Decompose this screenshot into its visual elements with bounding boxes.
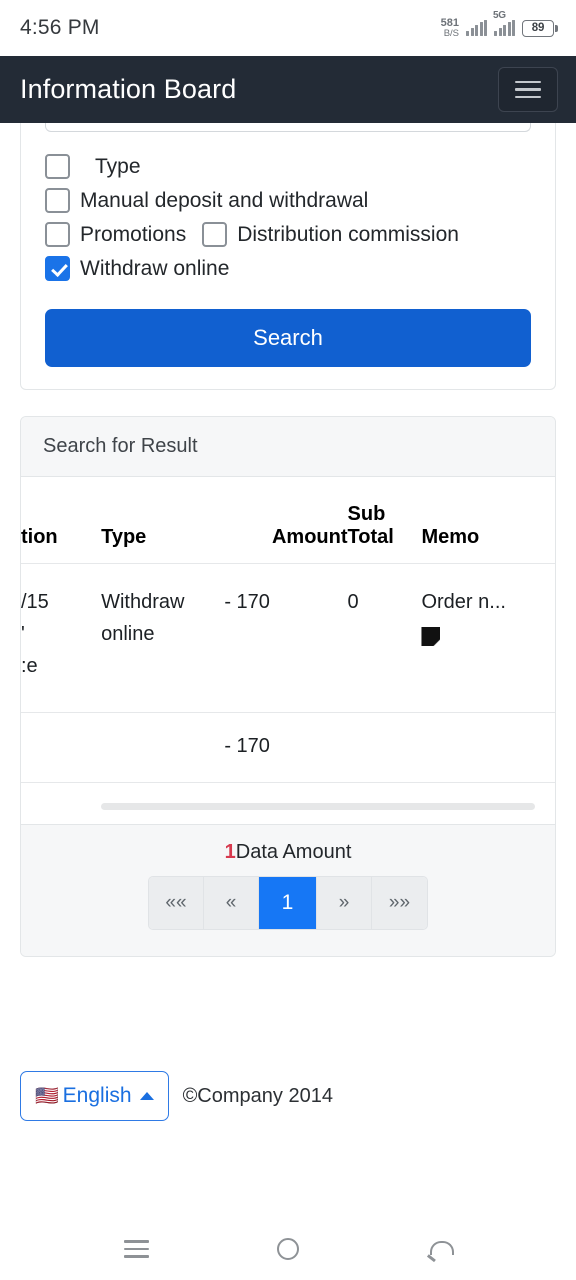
checkbox-type[interactable] (45, 154, 70, 179)
cell-type: Withdraw online (101, 563, 225, 713)
checkbox-promotions[interactable] (45, 222, 70, 247)
clipped-input-field[interactable] (45, 123, 531, 132)
checkbox-row-type: Type (45, 154, 531, 179)
checkbox-label-manual-deposit[interactable]: Manual deposit and withdrawal (80, 189, 368, 213)
date-line-2: ' (21, 623, 25, 645)
column-header-date: tion (21, 477, 102, 564)
data-amount-value: 1 (224, 841, 236, 863)
column-header-type: Type (101, 477, 225, 564)
checkbox-label-distribution-commission[interactable]: Distribution commission (237, 223, 459, 247)
footer-spacer-date (21, 712, 102, 783)
copyright-text: ©Company 2014 (182, 1084, 333, 1107)
status-bar: 4:56 PM 581 B/S 5G 89 (0, 0, 576, 56)
checkbox-manual-deposit[interactable] (45, 188, 70, 213)
app-header: Information Board (0, 56, 576, 123)
checkbox-row-promotions: Promotions Distribution commission (45, 222, 531, 247)
network-speed-unit: B/S (443, 27, 459, 39)
checkbox-label-type[interactable]: Type (95, 155, 141, 179)
table-footer-row: - 170 (21, 712, 555, 783)
page-content: Type Manual deposit and withdrawal Promo… (0, 123, 576, 1218)
next-page-button[interactable]: » (317, 877, 372, 929)
checkbox-group: Type Manual deposit and withdrawal Promo… (21, 132, 555, 281)
footer-spacer-memo (421, 712, 555, 783)
cell-amount: - 170 (224, 563, 348, 713)
signal-5g-icon: 5G (493, 10, 515, 36)
checkbox-label-promotions[interactable]: Promotions (80, 223, 186, 247)
language-label: English (62, 1084, 132, 1107)
checkbox-label-withdraw-online[interactable]: Withdraw online (80, 257, 229, 281)
signal-bars-icon (466, 20, 487, 36)
chevron-up-icon (139, 1092, 154, 1100)
app-root: 4:56 PM 581 B/S 5G 89 Information Board (0, 0, 576, 1280)
site-footer: 🇺🇸 English ©Company 2014 (0, 1053, 576, 1139)
cell-memo: Order n... (421, 563, 555, 713)
result-card-title: Search for Result (21, 417, 555, 477)
table-row[interactable]: /15 ' :e Withdraw online - 170 0 Order n… (21, 563, 555, 713)
page-1-button[interactable]: 1 (259, 877, 317, 929)
column-header-memo: Memo (421, 477, 555, 564)
table-footer: - 170 (21, 712, 555, 783)
status-time: 4:56 PM (20, 16, 100, 39)
battery-icon: 89 (522, 19, 558, 37)
cell-sub-total: 0 (347, 563, 422, 713)
checkbox-row-withdraw-online: Withdraw online (45, 256, 531, 281)
android-nav-bar (0, 1218, 576, 1280)
data-amount-label: 1Data Amount (21, 841, 555, 864)
home-icon[interactable] (277, 1238, 300, 1260)
cell-date: /15 ' :e (21, 563, 102, 713)
network-speed-indicator: 581 B/S (441, 17, 459, 39)
column-header-sub-total: Sub Total (347, 477, 422, 564)
search-result-card: Search for Result tion Type Amount Sub T… (20, 416, 556, 957)
checkbox-row-manual-deposit: Manual deposit and withdrawal (45, 188, 531, 213)
pagination: 1Data Amount «« « 1 » »» (21, 824, 555, 956)
search-button[interactable]: Search (45, 309, 531, 367)
date-line-1: /15 (21, 591, 49, 613)
table-header: tion Type Amount Sub Total Memo (21, 477, 555, 564)
status-indicators: 581 B/S 5G 89 (441, 10, 558, 39)
prev-page-button[interactable]: « (204, 877, 259, 929)
footer-total-amount: - 170 (224, 712, 348, 783)
network-type-label: 5G (493, 10, 506, 21)
note-icon[interactable] (421, 627, 441, 646)
battery-level: 89 (531, 22, 545, 34)
pagination-buttons: «« « 1 » »» (148, 876, 428, 930)
checkbox-withdraw-online[interactable] (45, 256, 70, 281)
hamburger-icon[interactable] (498, 67, 558, 112)
recent-apps-icon[interactable] (124, 1240, 150, 1258)
column-header-amount: Amount (224, 477, 348, 564)
back-icon[interactable] (428, 1239, 454, 1259)
table-body: /15 ' :e Withdraw online - 170 0 Order n… (21, 563, 555, 713)
horizontal-scrollbar[interactable] (101, 803, 535, 810)
date-line-3: :e (21, 655, 38, 677)
language-selector[interactable]: 🇺🇸 English (20, 1071, 169, 1121)
sub-total-line1: Sub (347, 503, 386, 525)
us-flag-icon: 🇺🇸 (35, 1085, 59, 1107)
result-table: tion Type Amount Sub Total Memo /15 ':e… (21, 477, 555, 783)
footer-spacer-type (101, 712, 225, 783)
sub-total-line2: Total (347, 526, 394, 548)
table-header-row: tion Type Amount Sub Total Memo (21, 477, 555, 564)
data-amount-text: Data Amount (235, 841, 352, 863)
memo-text: Order n... (421, 591, 506, 613)
footer-spacer-sub (347, 712, 422, 783)
result-table-scroll[interactable]: tion Type Amount Sub Total Memo /15 ':e… (21, 477, 555, 810)
search-filter-card: Type Manual deposit and withdrawal Promo… (20, 123, 556, 390)
first-page-button[interactable]: «« (149, 877, 204, 929)
last-page-button[interactable]: »» (372, 877, 427, 929)
page-title: Information Board (20, 74, 237, 104)
checkbox-distribution-commission[interactable] (202, 222, 228, 247)
